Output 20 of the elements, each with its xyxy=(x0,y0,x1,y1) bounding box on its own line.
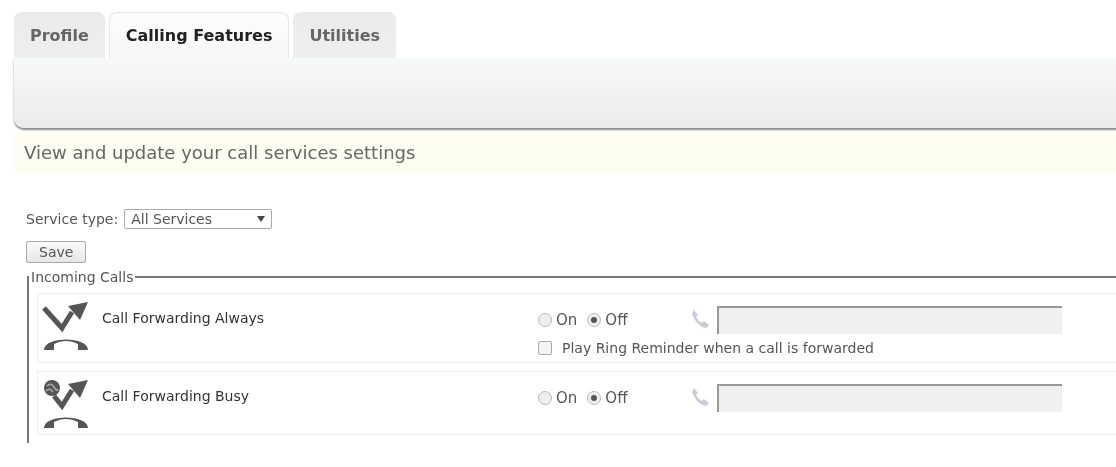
dropdown-arrow-icon xyxy=(257,216,266,222)
banner-text: View and update your call services settings xyxy=(14,134,1116,173)
feature-name: Call Forwarding Always xyxy=(101,309,266,326)
call-forward-icon xyxy=(42,302,90,350)
radio-option[interactable]: On xyxy=(538,311,578,329)
service-type-dropdown[interactable]: All Services xyxy=(124,209,273,229)
call-forward-busy-icon xyxy=(42,380,90,428)
radio-option[interactable]: On xyxy=(538,389,578,407)
forward-number-field[interactable] xyxy=(717,306,1063,334)
radio-option[interactable]: Off xyxy=(587,389,628,407)
tab[interactable]: Profile xyxy=(14,12,105,58)
service-type-label: Service type: xyxy=(26,211,119,227)
group-legend: Incoming Calls xyxy=(29,269,136,285)
forward-number-field[interactable] xyxy=(717,384,1063,412)
tab[interactable]: Utilities xyxy=(293,12,397,58)
reminder-checkbox[interactable]: Play Ring Reminder when a call is forwarded xyxy=(538,340,1063,356)
feature-name: Call Forwarding Busy xyxy=(101,387,251,404)
save-button[interactable]: Save xyxy=(26,241,87,263)
radio-option[interactable]: Off xyxy=(587,311,628,329)
tab[interactable]: Calling Features xyxy=(108,12,290,58)
